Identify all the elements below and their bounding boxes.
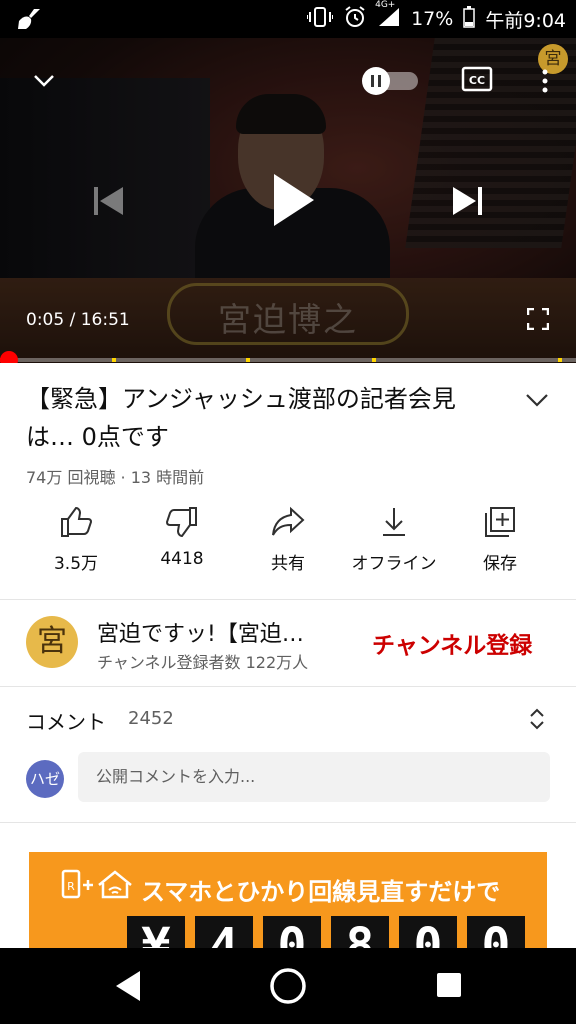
dislike-button[interactable]: 4418	[127, 505, 237, 569]
back-icon[interactable]	[112, 968, 144, 1008]
like-count: 3.5万	[53, 554, 99, 574]
like-button[interactable]: 3.5万	[21, 505, 131, 574]
divider	[0, 822, 576, 823]
channel-name[interactable]: 宮迫ですッ!【宮迫…	[97, 616, 347, 648]
more-options-icon[interactable]	[540, 68, 550, 98]
status-bar: 4G+ 17% 午前9:04	[0, 0, 576, 38]
share-label: 共有	[271, 554, 305, 574]
save-label: 保存	[483, 554, 517, 574]
ad-banner[interactable]: R スマホとひかり回線見直すだけで ¥ 4 0 8 0 0	[29, 852, 547, 948]
save-button[interactable]: 保存	[445, 505, 555, 574]
vibrate-icon	[306, 6, 335, 33]
ad-digit: ¥	[127, 916, 185, 948]
thumbs-up-icon	[61, 506, 93, 537]
previous-icon[interactable]	[92, 184, 126, 222]
autoplay-toggle[interactable]	[360, 66, 420, 100]
captions-cc-icon[interactable]: CC	[461, 66, 493, 96]
subscribe-button[interactable]: チャンネル登録	[372, 626, 532, 660]
ad-digit: 0	[399, 916, 457, 948]
ad-digit: 4	[195, 916, 253, 948]
clock: 午前9:04	[485, 9, 566, 32]
channel-avatar[interactable]: 宮	[26, 616, 78, 668]
ad-digit: 8	[331, 916, 389, 948]
ad-price-counter: ¥ 4 0 8 0 0	[127, 916, 525, 948]
user-avatar: ハゼ	[26, 760, 64, 798]
home-icon[interactable]	[268, 966, 308, 1010]
comments-section[interactable]: コメント 2452 ハゼ 公開コメントを入力...	[0, 686, 576, 822]
comments-label: コメント	[26, 710, 106, 734]
subscriber-count: チャンネル登録者数 122万人	[97, 653, 309, 672]
ad-marker	[558, 358, 562, 362]
ad-marker	[372, 358, 376, 362]
current-time: 0:05	[26, 310, 65, 330]
comment-input[interactable]: 公開コメントを入力...	[78, 752, 550, 802]
battery-icon	[463, 5, 476, 33]
add-to-playlist-icon	[485, 507, 515, 537]
video-meta: 74万 回視聴 · 13 時間前	[26, 468, 205, 487]
download-icon	[383, 508, 405, 536]
ad-marker	[246, 358, 250, 362]
ad-digit: 0	[263, 916, 321, 948]
offline-label: オフライン	[351, 554, 437, 574]
fullscreen-icon[interactable]	[526, 307, 550, 334]
next-icon[interactable]	[450, 184, 484, 222]
view-count: 74万 回視聴	[26, 468, 116, 487]
battery-percent: 17%	[411, 8, 454, 30]
thumbs-down-icon	[165, 507, 197, 538]
ad-marker	[112, 358, 116, 362]
broom-notification-icon	[16, 7, 42, 35]
time-display: 0:05 / 16:51	[26, 310, 130, 330]
video-title[interactable]: 【緊急】アンジャッシュ渡部の記者会見は… 0点です	[26, 380, 496, 456]
recents-icon[interactable]	[435, 971, 463, 1003]
share-icon	[272, 506, 305, 536]
minimize-chevron-icon[interactable]	[32, 68, 56, 96]
ad-headline: スマホとひかり回線見直すだけで	[141, 878, 501, 906]
share-button[interactable]: 共有	[233, 505, 343, 574]
progress-track[interactable]	[0, 358, 576, 362]
expand-comments-icon[interactable]	[528, 706, 546, 736]
upload-age: 13 時間前	[130, 468, 205, 487]
svg-text:R: R	[67, 880, 75, 893]
dislike-count: 4418	[160, 549, 204, 569]
duration: 16:51	[80, 310, 130, 330]
ad-digit: 0	[467, 916, 525, 948]
expand-description-chevron-icon[interactable]	[524, 390, 550, 414]
phone-home-wifi-icon: R	[61, 868, 135, 906]
progress-scrubber[interactable]	[0, 351, 18, 363]
video-player[interactable]: 宮迫博之 宮 CC 0:05 / 16:51	[0, 38, 576, 363]
signal-icon: 4G+	[375, 0, 401, 33]
play-icon[interactable]	[270, 172, 316, 232]
channel-row[interactable]: 宮 宮迫ですッ!【宮迫… チャンネル登録者数 122万人 チャンネル登録	[0, 600, 576, 686]
offline-download-button[interactable]: オフライン	[339, 505, 449, 574]
svg-text:CC: CC	[469, 74, 485, 87]
alarm-icon	[343, 5, 367, 34]
system-nav-bar	[0, 948, 576, 1024]
action-bar: 3.5万 4418 共有 オフライン 保存	[0, 505, 576, 585]
comments-count: 2452	[128, 708, 174, 729]
